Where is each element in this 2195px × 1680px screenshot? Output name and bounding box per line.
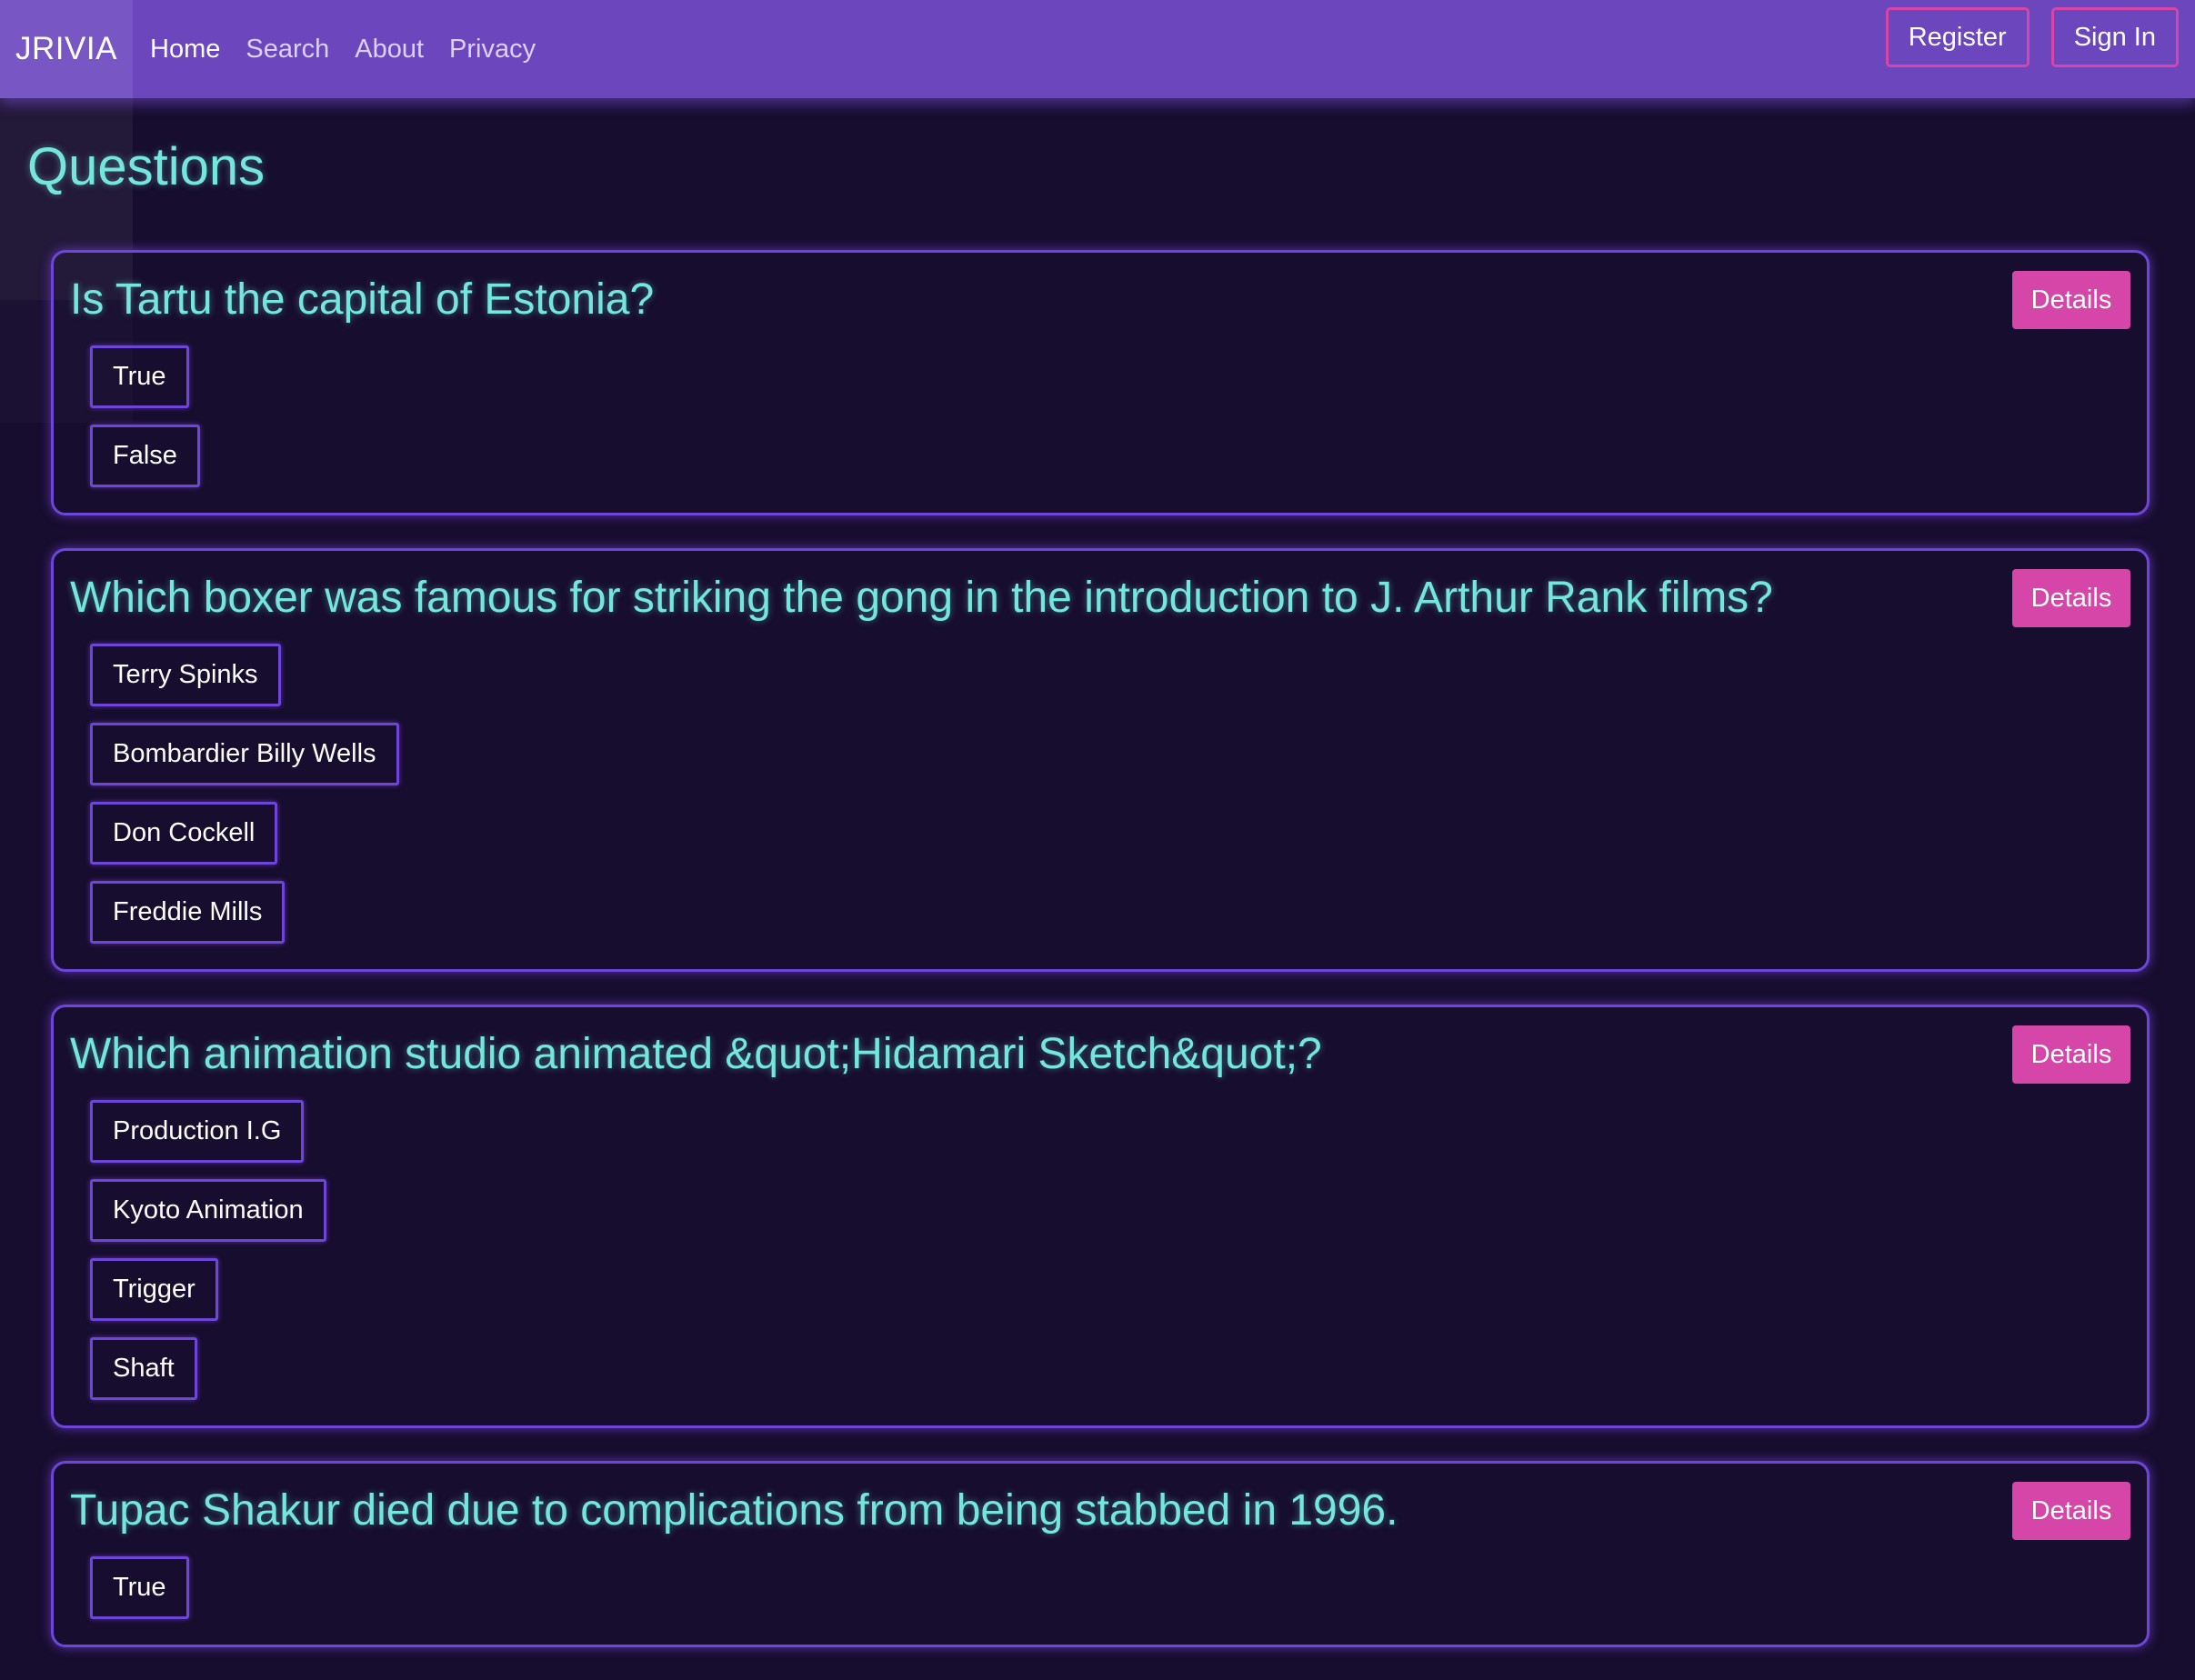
details-button[interactable]: Details	[2012, 271, 2130, 329]
question-text: Which animation studio animated &quot;Hi…	[70, 1030, 1322, 1078]
answer-button[interactable]: Production I.G	[90, 1100, 305, 1163]
auth-buttons: Register Sign In	[1885, 7, 2179, 67]
question-text: Is Tartu the capital of Estonia?	[70, 275, 655, 324]
question-text: Tupac Shakur died due to complications f…	[70, 1486, 1398, 1535]
answer-list: True False	[90, 345, 2130, 487]
answer-button[interactable]: True	[90, 345, 189, 408]
sign-in-button[interactable]: Sign In	[2050, 7, 2179, 67]
page-title: Questions	[27, 137, 266, 196]
details-button[interactable]: Details	[2012, 1025, 2130, 1084]
question-text: Which boxer was famous for striking the …	[70, 574, 1773, 622]
answer-button[interactable]: Don Cockell	[90, 802, 278, 865]
question-card: Which boxer was famous for striking the …	[51, 548, 2150, 972]
answer-button[interactable]: Trigger	[90, 1258, 218, 1321]
nav-links: Home Search About Privacy	[150, 0, 536, 98]
nav-link-home[interactable]: Home	[150, 35, 220, 65]
answer-button[interactable]: Freddie Mills	[90, 881, 286, 944]
nav-link-about[interactable]: About	[355, 35, 424, 65]
answer-button[interactable]: False	[90, 425, 200, 487]
answer-list: Terry Spinks Bombardier Billy Wells Don …	[90, 644, 2130, 944]
question-card: Tupac Shakur died due to complications f…	[51, 1461, 2150, 1647]
nav-link-privacy[interactable]: Privacy	[449, 35, 536, 65]
navbar: JRIVIA Home Search About Privacy Registe…	[0, 0, 2195, 98]
question-list: Is Tartu the capital of Estonia? Details…	[51, 250, 2150, 1680]
details-button[interactable]: Details	[2012, 569, 2130, 627]
answer-button[interactable]: Bombardier Billy Wells	[90, 723, 399, 785]
answer-button[interactable]: True	[90, 1556, 189, 1619]
nav-link-search[interactable]: Search	[246, 35, 329, 65]
brand-logo[interactable]: JRIVIA	[0, 0, 133, 98]
question-card: Which animation studio animated &quot;Hi…	[51, 1005, 2150, 1428]
question-card: Is Tartu the capital of Estonia? Details…	[51, 250, 2150, 515]
answer-button[interactable]: Shaft	[90, 1337, 197, 1400]
answer-button[interactable]: Terry Spinks	[90, 644, 281, 706]
details-button[interactable]: Details	[2012, 1482, 2130, 1540]
register-button[interactable]: Register	[1885, 7, 2030, 67]
answer-list: Production I.G Kyoto Animation Trigger S…	[90, 1100, 2130, 1400]
answer-button[interactable]: Kyoto Animation	[90, 1179, 326, 1242]
answer-list: True	[90, 1556, 2130, 1619]
